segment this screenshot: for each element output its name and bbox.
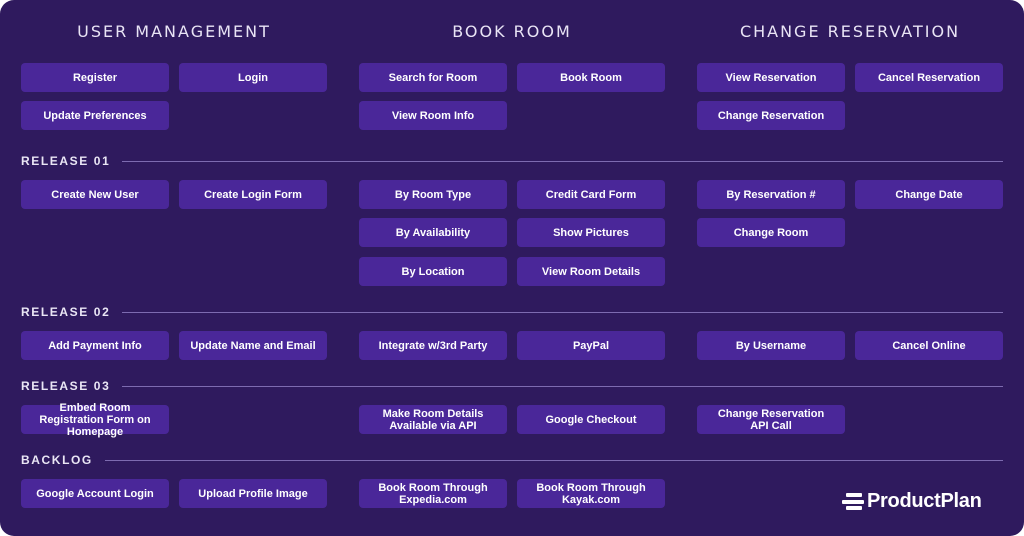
release-label: BACKLOG	[21, 453, 93, 467]
story-card[interactable]: Google Account Login	[21, 479, 169, 508]
release-divider-01: RELEASE 01	[21, 154, 1003, 168]
divider-line	[122, 311, 1003, 313]
divider-line	[104, 459, 1003, 461]
story-card[interactable]: Cancel Reservation	[855, 63, 1003, 92]
story-card[interactable]: By Room Type	[359, 180, 507, 209]
story-card[interactable]: Change Reservation	[697, 101, 845, 130]
release-label: RELEASE 01	[21, 154, 111, 168]
release-divider-03: RELEASE 03	[21, 379, 1003, 393]
story-card[interactable]: Register	[21, 63, 169, 92]
story-card[interactable]: Cancel Online	[855, 331, 1003, 360]
story-card[interactable]: Embed Room Registration Form on Homepage	[21, 402, 169, 438]
story-card[interactable]: Credit Card Form	[517, 180, 665, 209]
story-card[interactable]: Book Room	[517, 63, 665, 92]
story-card[interactable]: Login	[179, 63, 327, 92]
story-card[interactable]: Upload Profile Image	[179, 479, 327, 508]
story-card[interactable]: Add Payment Info	[21, 331, 169, 360]
story-card[interactable]: Book Room Through Kayak.com	[517, 479, 665, 508]
story-card[interactable]: By Availability	[359, 218, 507, 247]
productplan-logo: ProductPlan	[842, 490, 982, 513]
story-card[interactable]: Show Pictures	[517, 218, 665, 247]
logo-text: ProductPlan	[867, 490, 982, 512]
story-map-board: USER MANAGEMENT BOOK ROOM CHANGE RESERVA…	[0, 0, 1024, 536]
story-card[interactable]: PayPal	[517, 331, 665, 360]
story-card[interactable]: View Room Info	[359, 101, 507, 130]
story-card[interactable]: Create Login Form	[179, 180, 327, 209]
release-label: RELEASE 02	[21, 305, 111, 319]
column-title-change-reservation: CHANGE RESERVATION	[739, 22, 961, 41]
release-divider-02: RELEASE 02	[21, 305, 1003, 319]
story-card[interactable]: By Username	[697, 331, 845, 360]
story-card[interactable]: By Reservation #	[697, 180, 845, 209]
divider-line	[122, 160, 1003, 162]
story-card[interactable]: Change Reservation API Call	[697, 405, 845, 434]
story-card[interactable]: Change Room	[697, 218, 845, 247]
productplan-logo-icon	[842, 493, 864, 510]
story-card[interactable]: View Room Details	[517, 257, 665, 286]
story-card[interactable]: Update Name and Email	[179, 331, 327, 360]
story-card[interactable]: Integrate w/3rd Party	[359, 331, 507, 360]
story-card[interactable]: Book Room Through Expedia.com	[359, 479, 507, 508]
story-card[interactable]: By Location	[359, 257, 507, 286]
release-label: RELEASE 03	[21, 379, 111, 393]
story-card[interactable]: View Reservation	[697, 63, 845, 92]
column-title-user-management: USER MANAGEMENT	[77, 22, 271, 41]
column-title-book-room: BOOK ROOM	[452, 22, 572, 41]
story-card[interactable]: Update Preferences	[21, 101, 169, 130]
story-card[interactable]: Change Date	[855, 180, 1003, 209]
story-card[interactable]: Make Room Details Available via API	[359, 405, 507, 434]
divider-line	[122, 385, 1003, 387]
story-card[interactable]: Google Checkout	[517, 405, 665, 434]
story-card[interactable]: Create New User	[21, 180, 169, 209]
story-card[interactable]: Search for Room	[359, 63, 507, 92]
backlog-divider: BACKLOG	[21, 453, 1003, 467]
